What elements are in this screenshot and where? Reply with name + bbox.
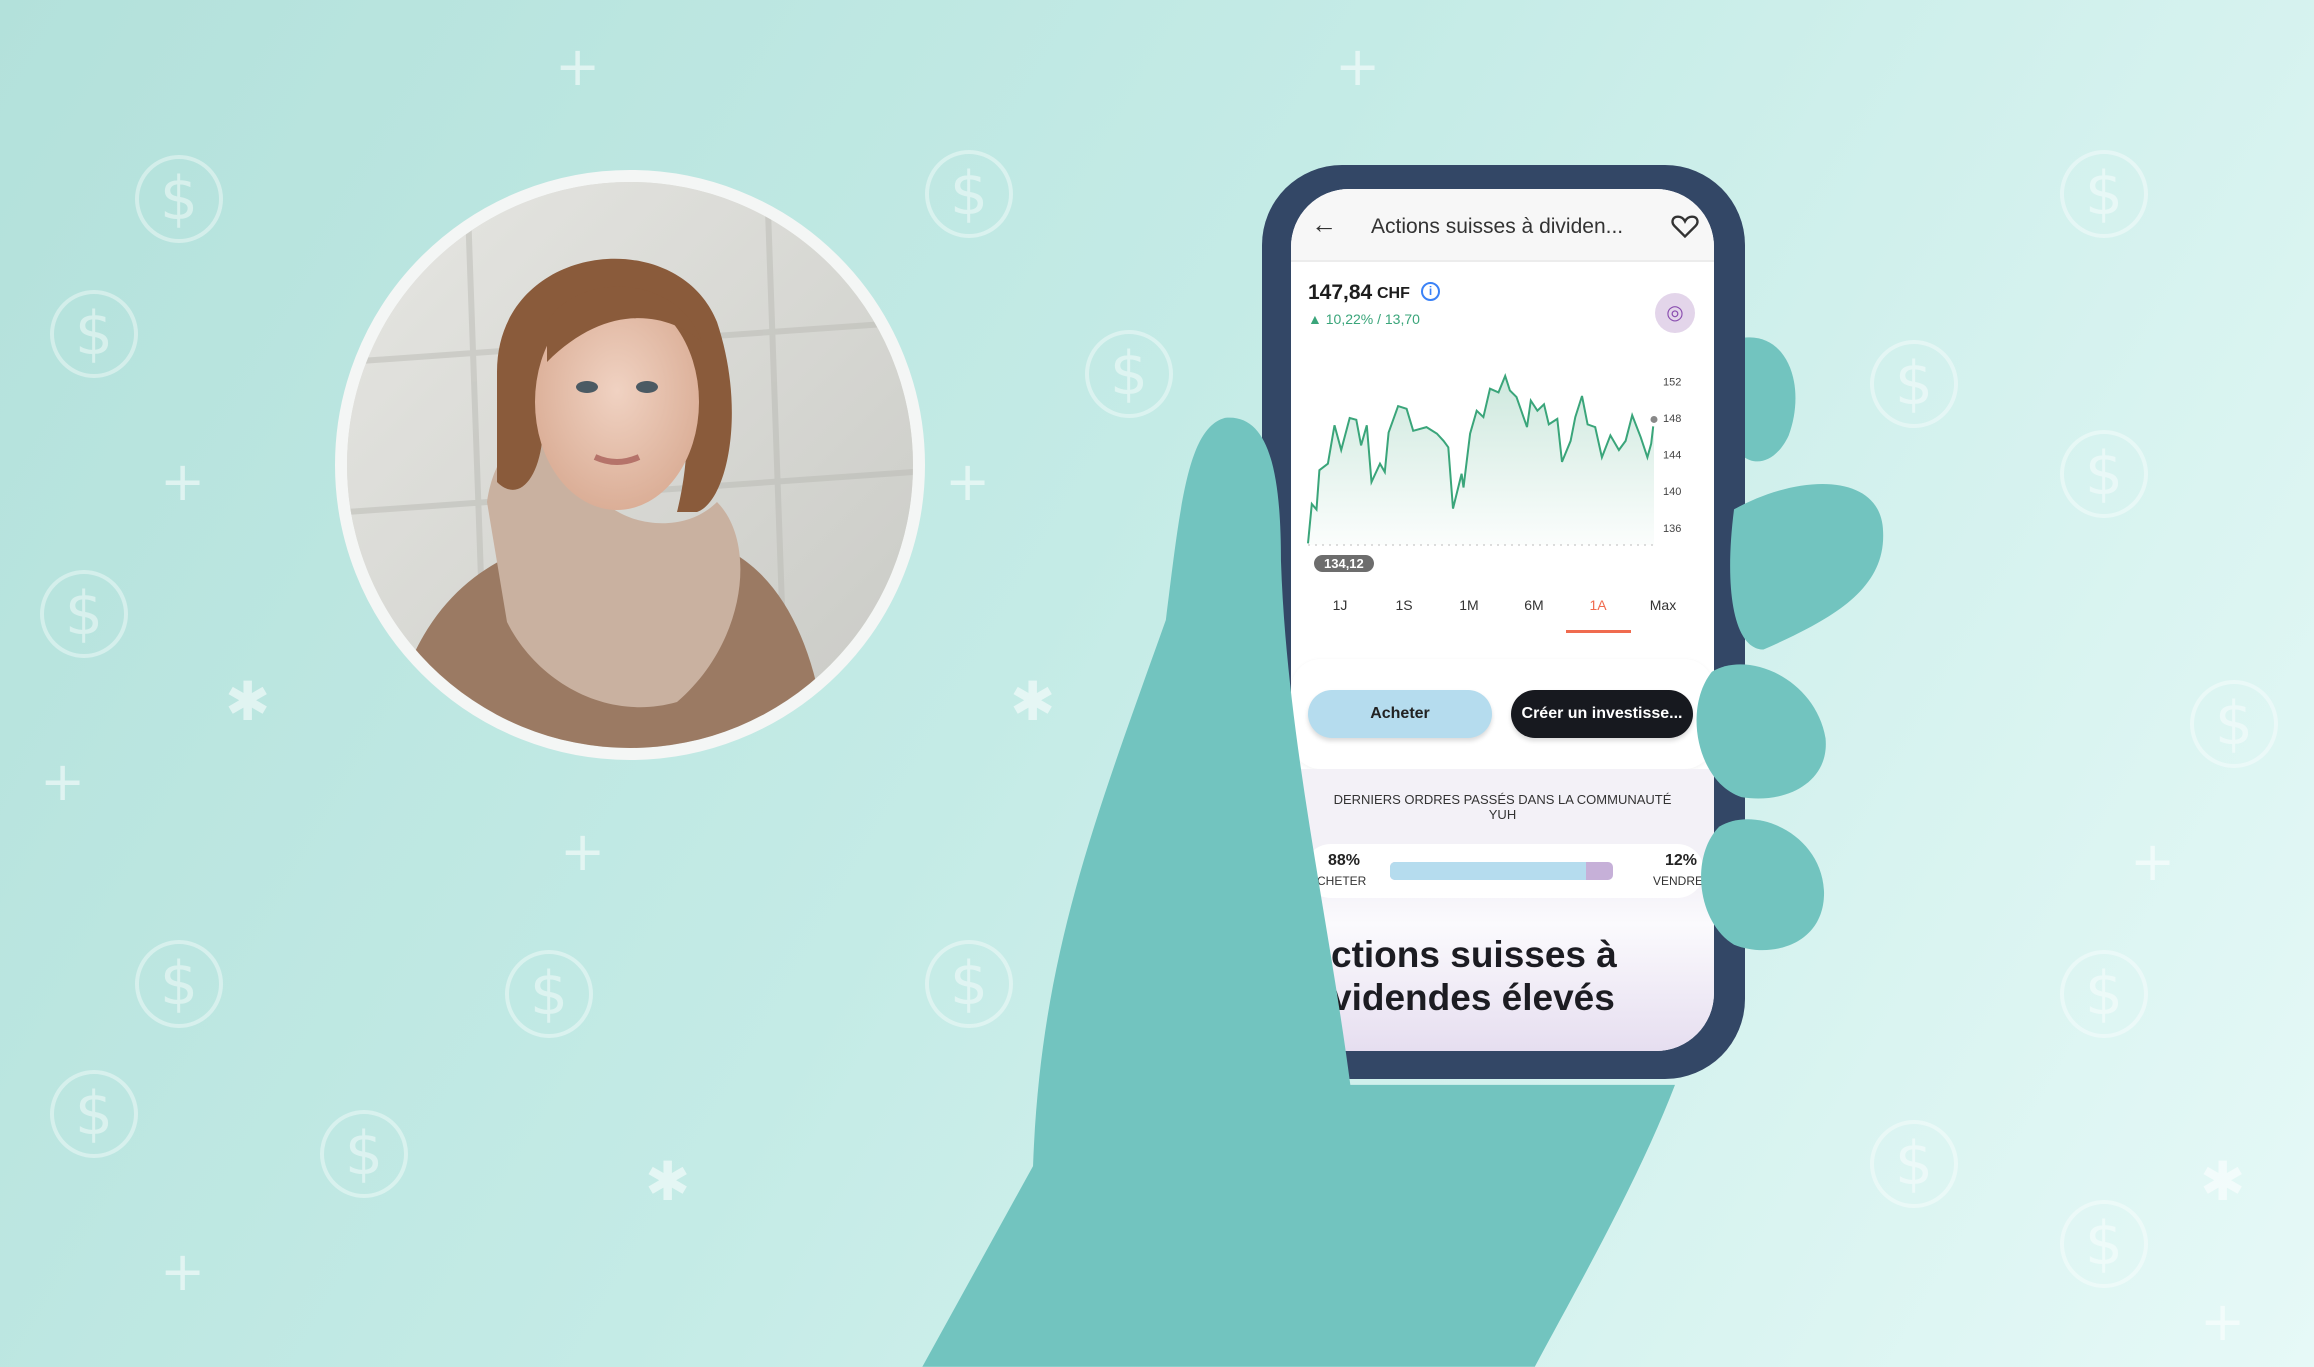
hand-illustration	[922, 417, 1884, 1367]
